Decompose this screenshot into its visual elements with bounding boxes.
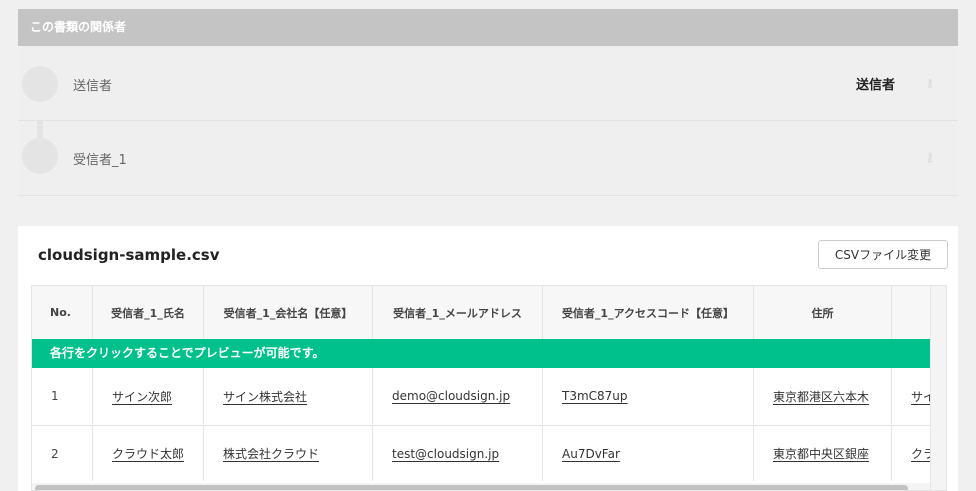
cell-email[interactable]: demo@cloudsign.jp <box>392 389 510 403</box>
column-header-no[interactable]: No. <box>32 286 93 339</box>
document-relations-panel: この書類の関係者 送信者 送信者 ⚷ 受信者_1 ⚷ <box>18 9 958 196</box>
table-row[interactable]: 1 サイン次郎 サイン株式会社 demo@cloudsign.jp T3mC87… <box>32 368 946 424</box>
cell-access-code[interactable]: Au7DvFar <box>562 447 620 461</box>
row-number: 1 <box>51 389 59 403</box>
cell-company[interactable]: サイン株式会社 <box>223 388 307 405</box>
relations-title: この書類の関係者 <box>18 9 958 46</box>
column-header-access-code[interactable]: 受信者_1_アクセスコード【任意】 <box>543 286 754 339</box>
cell-name[interactable]: サイン次郎 <box>112 388 172 405</box>
cell-access-code[interactable]: T3mC87up <box>562 389 628 403</box>
sender-name: 送信者 <box>73 79 113 94</box>
column-header-name[interactable]: 受信者_1_氏名 <box>93 286 204 339</box>
row-number: 2 <box>51 446 59 461</box>
column-header-email[interactable]: 受信者_1_メールアドレス <box>373 286 543 339</box>
sender-role-label: 送信者 <box>855 78 895 93</box>
change-csv-button[interactable]: CSVファイル変更 <box>818 240 948 269</box>
key-icon[interactable]: ⚷ <box>925 76 934 90</box>
csv-panel: cloudsign-sample.csv CSVファイル変更 No. 受信者_1… <box>18 226 958 491</box>
relation-row-sender[interactable]: 送信者 送信者 ⚷ <box>18 46 958 121</box>
cell-address[interactable]: 東京都中央区銀座 <box>773 445 869 462</box>
horizontal-scrollbar-thumb[interactable] <box>35 485 908 490</box>
table-header-row: No. 受信者_1_氏名 受信者_1_会社名【任意】 受信者_1_メールアドレス… <box>32 286 946 339</box>
cell-name[interactable]: クラウド太郎 <box>112 445 184 462</box>
cell-address[interactable]: 東京都港区六本木 <box>773 388 869 405</box>
csv-table: No. 受信者_1_氏名 受信者_1_会社名【任意】 受信者_1_メールアドレス… <box>31 285 947 491</box>
column-header-company[interactable]: 受信者_1_会社名【任意】 <box>204 286 373 339</box>
sender-avatar <box>22 66 58 102</box>
vertical-scrollbar[interactable] <box>930 286 946 490</box>
preview-hint-banner: 各行をクリックすることでプレビューが可能です。 <box>32 339 946 368</box>
recipient-name: 受信者_1 <box>73 153 127 168</box>
key-icon[interactable]: ⚷ <box>925 150 934 164</box>
relation-row-recipient-1[interactable]: 受信者_1 ⚷ <box>18 121 958 196</box>
column-header-address[interactable]: 住所 <box>754 286 892 339</box>
cell-company[interactable]: 株式会社クラウド <box>223 445 319 462</box>
relation-connector-line <box>37 121 43 145</box>
cell-email[interactable]: test@cloudsign.jp <box>392 447 499 461</box>
csv-filename: cloudsign-sample.csv <box>38 246 220 264</box>
table-row[interactable]: 2 クラウド太郎 株式会社クラウド test@cloudsign.jp Au7D… <box>32 425 946 481</box>
